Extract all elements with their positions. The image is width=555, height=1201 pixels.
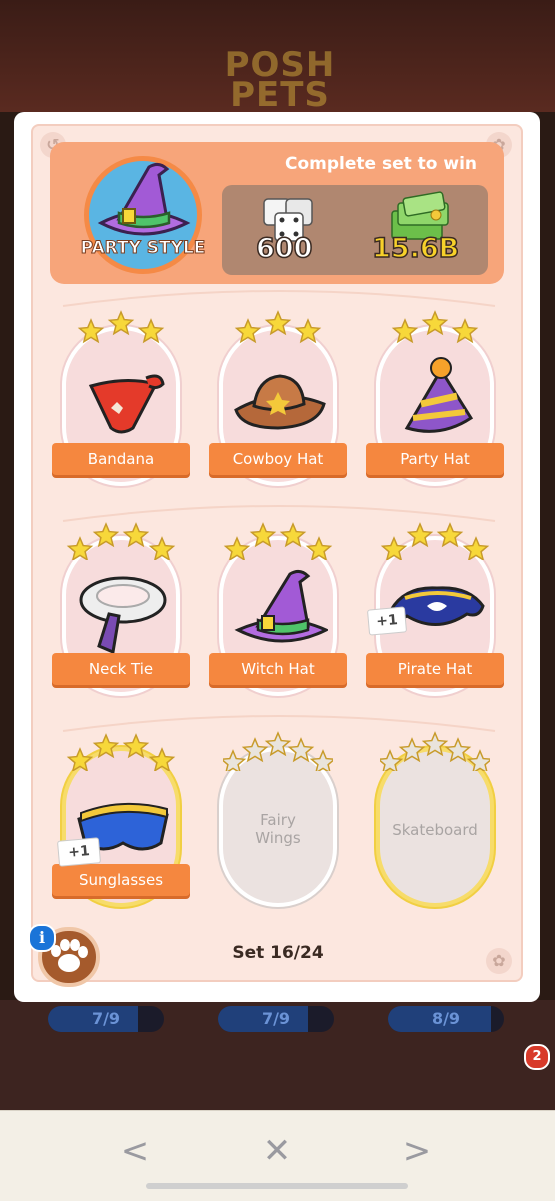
reward-dice-value: 600 — [255, 232, 313, 265]
star-icon — [92, 522, 120, 548]
star-rating — [66, 522, 176, 560]
sticker-neck-tie[interactable]: Neck Tie — [52, 516, 190, 696]
sticker-label: Bandana — [52, 443, 190, 475]
header-title: Complete set to win — [284, 154, 478, 174]
sticker-label: Cowboy Hat — [209, 443, 347, 475]
neck-tie-icon — [79, 576, 167, 655]
star-icon — [66, 747, 94, 771]
witch-hat-icon — [234, 569, 328, 643]
set-counter: Set 16/24 — [232, 943, 324, 963]
star-icon — [122, 522, 150, 548]
star-icon — [107, 310, 135, 336]
star-icon — [380, 749, 404, 771]
star-icon — [309, 749, 333, 771]
sticker-label: Sunglasses — [52, 864, 190, 896]
background-logo: POSH PETS — [224, 45, 336, 115]
star-icon — [466, 749, 490, 771]
star-icon — [305, 536, 333, 560]
reward-cash-value: 15.6B — [371, 232, 460, 265]
star-icon — [391, 318, 419, 344]
background-progress-2: 7/9 — [218, 1006, 334, 1032]
sticker-cowboy-hat[interactable]: Cowboy Hat — [209, 306, 347, 486]
star-icon — [451, 318, 479, 344]
notification-badge: 2 — [524, 1044, 550, 1070]
star-icon — [462, 536, 490, 560]
star-icon — [249, 522, 277, 548]
star-rating — [66, 733, 176, 771]
sticker-sunglasses[interactable]: Sunglasses +1 — [52, 727, 190, 907]
star-rating — [223, 731, 333, 771]
home-indicator — [146, 1183, 408, 1189]
star-icon — [66, 536, 94, 560]
duplicate-badge: +1 — [56, 837, 102, 867]
star-icon — [148, 747, 176, 771]
star-icon — [287, 737, 315, 763]
star-icon — [264, 310, 292, 336]
star-icon — [444, 737, 472, 763]
party-hat-icon — [404, 357, 474, 433]
star-rating — [391, 310, 479, 344]
star-icon — [421, 731, 449, 757]
back-button[interactable]: < — [110, 1131, 160, 1171]
star-icon — [241, 737, 269, 763]
sticker-label: Neck Tie — [52, 653, 190, 685]
forward-button[interactable]: > — [392, 1131, 442, 1171]
set-name: PARTY STYLE — [80, 238, 206, 259]
sticker-label: Skateboard — [392, 821, 478, 839]
sticker-label: Witch Hat — [209, 653, 347, 685]
star-rating — [77, 310, 165, 344]
paw-corner-icon-bottom: ✿ — [486, 948, 512, 974]
star-icon — [223, 536, 251, 560]
sticker-label: Fairy Wings — [255, 811, 301, 847]
star-icon — [148, 536, 176, 560]
star-icon — [122, 733, 150, 759]
sticker-party-hat[interactable]: Party Hat — [366, 306, 504, 486]
star-icon — [406, 522, 434, 548]
star-icon — [223, 749, 247, 771]
duplicate-badge: +1 — [366, 606, 408, 636]
star-icon — [92, 733, 120, 759]
star-icon — [234, 318, 262, 344]
star-icon — [294, 318, 322, 344]
star-icon — [398, 737, 426, 763]
sticker-label: Pirate Hat — [366, 653, 504, 685]
star-rating — [380, 522, 490, 560]
star-icon — [264, 731, 292, 757]
sticker-pirate-hat[interactable]: Pirate Hat +1 — [366, 516, 504, 696]
cowboy-hat-icon — [234, 374, 326, 430]
sticker-witch-hat[interactable]: Witch Hat — [209, 516, 347, 696]
background-progress-1: 7/9 — [48, 1006, 164, 1032]
sticker-bandana[interactable]: Bandana — [52, 306, 190, 486]
sticker-label: Party Hat — [366, 443, 504, 475]
star-icon — [436, 522, 464, 548]
close-button[interactable]: ✕ — [252, 1131, 302, 1171]
info-button[interactable]: i — [28, 924, 56, 952]
sticker-skateboard[interactable]: Skateboard — [376, 727, 494, 907]
star-rating — [380, 731, 490, 771]
bandana-icon — [88, 374, 165, 434]
star-icon — [137, 318, 165, 344]
cash-stack-icon — [391, 191, 449, 240]
star-icon — [77, 318, 105, 344]
star-icon — [279, 522, 307, 548]
sticker-fairy-wings[interactable]: Fairy Wings — [219, 727, 337, 907]
star-rating — [234, 310, 322, 344]
star-rating — [223, 522, 333, 560]
star-icon — [380, 536, 408, 560]
star-icon — [421, 310, 449, 336]
background-progress-3: 8/9 — [388, 1006, 504, 1032]
rewards-panel: 600 15.6B — [222, 185, 488, 275]
